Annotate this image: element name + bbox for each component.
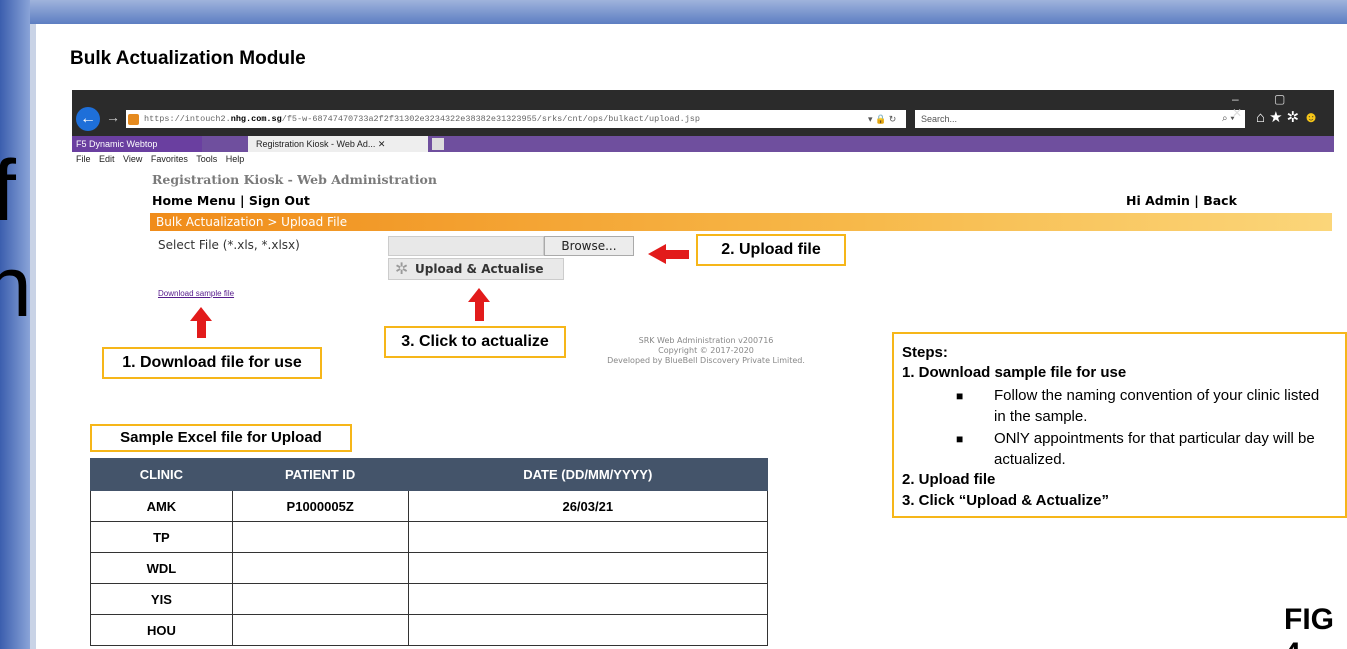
column-header: PATIENT ID (231, 458, 409, 491)
address-controls[interactable]: ▾ 🔒 ↻ (868, 110, 896, 128)
download-sample-link[interactable]: Download sample file (158, 289, 234, 298)
new-tab-button[interactable] (432, 138, 444, 150)
table-cell (231, 552, 409, 584)
page-footer: SRK Web Administration v200716 Copyright… (607, 336, 805, 365)
table-cell: AMK (90, 490, 233, 522)
page-title: Registration Kiosk - Web Administration (152, 172, 437, 187)
clipped-letter-h: h (0, 239, 32, 335)
arrow-shaft (475, 301, 484, 321)
figure-label: FIG 4 (1284, 603, 1334, 649)
clipped-letter-f: f (0, 143, 16, 239)
smiley-icon: ☻ (1303, 109, 1323, 126)
tab-f5-webtop[interactable]: F5 Dynamic Webtop (72, 136, 202, 152)
browser-window: ← → https://intouch2.nhg.com.sg/f5-w-687… (72, 90, 1334, 326)
sample-excel-table: CLINIC PATIENT ID DATE (DD/MM/YYYY) AMK … (90, 458, 769, 646)
step-1-bullet-2: ONlY appointments for that particular da… (994, 430, 1315, 468)
forward-arrow-icon[interactable]: → (106, 109, 120, 125)
site-favicon-icon (128, 114, 139, 125)
module-title: Bulk Actualization Module (70, 48, 306, 69)
callout-download-file: 1. Download file for use (102, 347, 322, 379)
gear-icon: ✲ (1286, 109, 1304, 126)
table-cell: HOU (90, 614, 233, 646)
column-header: DATE (DD/MM/YYYY) (407, 458, 769, 491)
breadcrumb: Bulk Actualization > Upload File (150, 213, 1332, 231)
toolbar-icons[interactable]: ⌂★✲☻ (1256, 108, 1323, 126)
star-icon: ★ (1269, 109, 1287, 126)
greeting-links[interactable]: Hi Admin | Back (1126, 193, 1237, 208)
arrow-to-download-icon (190, 307, 212, 321)
table-cell: YIS (90, 583, 233, 615)
search-input[interactable]: Search... (915, 110, 1245, 128)
step-1-bullet-1: Follow the naming convention of your cli… (994, 387, 1320, 425)
table-cell: P1000005Z (231, 490, 409, 522)
select-file-label: Select File (*.xls, *.xlsx) (158, 238, 300, 252)
arrow-to-upload-icon (468, 288, 490, 302)
step-2: 2. Upload file (902, 471, 996, 488)
callout-click-actualize: 3. Click to actualize (384, 326, 566, 358)
upload-actualise-button[interactable]: ✲ Upload & Actualise (388, 258, 564, 280)
browse-button[interactable]: Browse... (544, 236, 634, 256)
gear-icon: ✲ (395, 259, 409, 278)
table-cell (231, 583, 409, 615)
table-cell (407, 614, 769, 646)
table-cell (231, 521, 409, 553)
table-cell: TP (90, 521, 233, 553)
steps-box: Steps: 1. Download sample file for use ■… (892, 332, 1347, 518)
table-row: HOU (90, 614, 769, 646)
menu-bar[interactable]: File Edit View Favorites Tools Help (76, 154, 244, 164)
slide-top-strip (0, 0, 1347, 24)
table-cell (407, 521, 769, 553)
column-header: CLINIC (90, 458, 233, 491)
home-icon: ⌂ (1256, 109, 1270, 126)
back-arrow-icon[interactable]: ← (76, 107, 100, 131)
table-cell (407, 552, 769, 584)
callout-upload-file: 2. Upload file (696, 234, 846, 266)
steps-heading: Steps: (902, 344, 948, 361)
bullet-icon: ■ (956, 432, 964, 446)
arrow-to-browse-icon (648, 244, 666, 264)
table-cell: 26/03/21 (407, 490, 769, 522)
file-path-field[interactable] (388, 236, 544, 256)
table-cell (407, 583, 769, 615)
home-menu-links[interactable]: Home Menu | Sign Out (152, 193, 310, 208)
table-row: YIS (90, 583, 769, 615)
table-row: WDL (90, 552, 769, 584)
sample-table-label: Sample Excel file for Upload (90, 424, 352, 452)
step-3: 3. Click “Upload & Actualize” (902, 492, 1109, 509)
address-bar[interactable]: https://intouch2.nhg.com.sg/f5-w-6874747… (126, 110, 906, 128)
arrow-shaft (665, 250, 689, 259)
step-1: 1. Download sample file for use (902, 364, 1127, 381)
arrow-shaft (197, 320, 206, 338)
table-header-row: CLINIC PATIENT ID DATE (DD/MM/YYYY) (90, 458, 769, 491)
bullet-icon: ■ (956, 389, 964, 403)
table-cell (231, 614, 409, 646)
table-row: TP (90, 521, 769, 553)
table-cell: WDL (90, 552, 233, 584)
tab-registration-kiosk[interactable]: Registration Kiosk - Web Ad... ✕ (248, 136, 428, 152)
slide-edge (30, 24, 36, 649)
table-row: AMK P1000005Z 26/03/21 (90, 490, 769, 522)
